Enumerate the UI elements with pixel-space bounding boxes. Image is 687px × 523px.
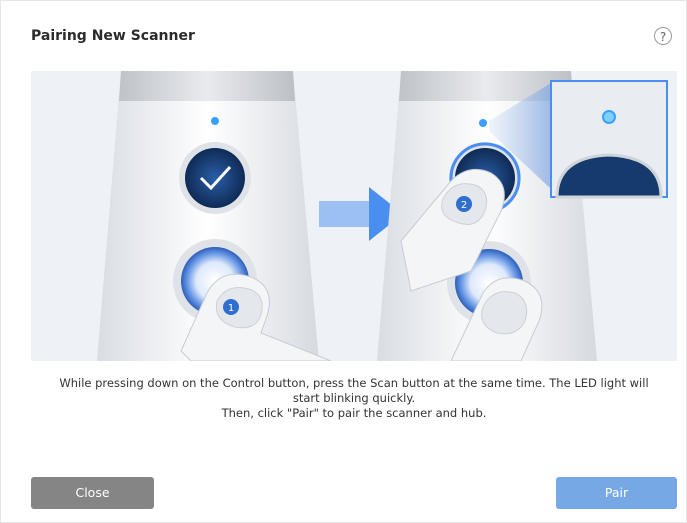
dialog-title: Pairing New Scanner — [31, 28, 195, 44]
instructions-text: While pressing down on the Control butto… — [31, 376, 677, 421]
pairing-dialog: Pairing New Scanner ? 1 2 While pressing… — [0, 0, 687, 523]
instructions-line-1: While pressing down on the Control butto… — [59, 376, 649, 390]
step-badge-2-label: 2 — [461, 200, 467, 211]
scanner-left: 1 — [97, 71, 332, 361]
instructions-line-3: Then, click "Pair" to pair the scanner a… — [221, 406, 487, 420]
close-button[interactable]: Close — [31, 477, 154, 509]
illustration-svg: 1 2 — [97, 71, 668, 361]
pair-button[interactable]: Pair — [556, 477, 677, 509]
pairing-illustration: 1 2 — [31, 71, 677, 361]
led-zoom-inset — [550, 80, 668, 199]
instructions-line-2: start blinking quickly. — [292, 391, 416, 405]
step-badge-1-label: 1 — [228, 303, 234, 314]
help-icon[interactable]: ? — [654, 27, 672, 45]
led-indicator-icon — [211, 117, 219, 125]
